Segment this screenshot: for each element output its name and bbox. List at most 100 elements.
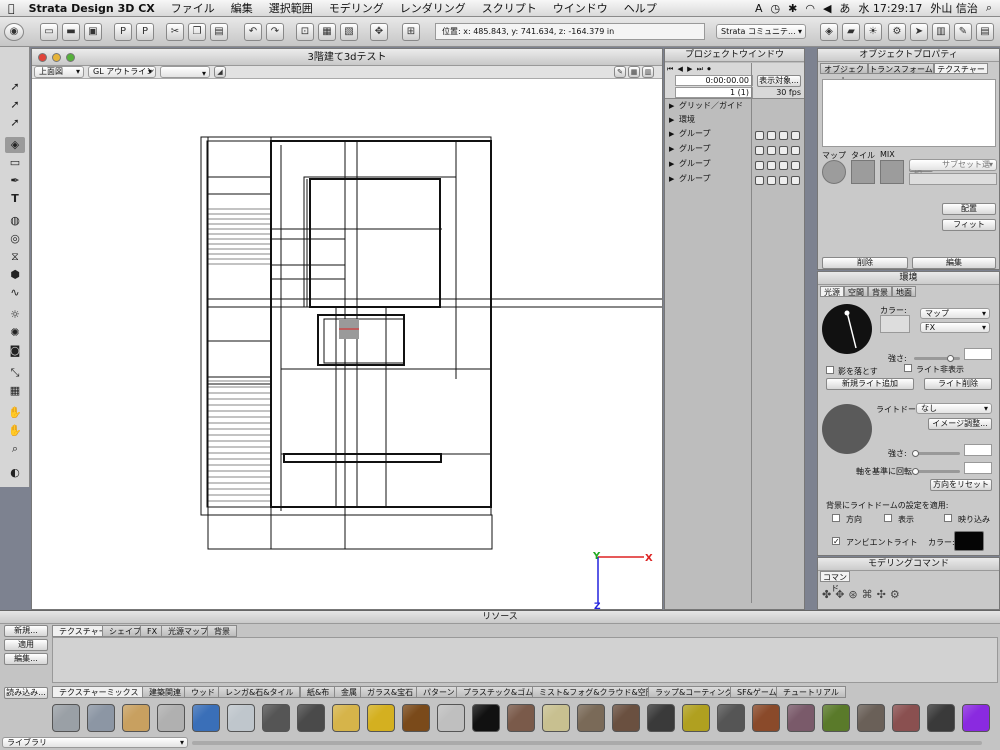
gear-icon[interactable]: ⚙ [888, 23, 906, 41]
disclosure-triangle-icon[interactable]: ▶ [669, 172, 679, 186]
time-machine-icon[interactable]: ◷ [771, 2, 781, 15]
ambient-color-swatch[interactable] [954, 531, 984, 551]
copy-icon[interactable]: ❐ [188, 23, 206, 41]
image-adjust-button[interactable]: イメージ調整... [928, 418, 992, 430]
cast-shadow-checkbox[interactable] [826, 366, 834, 374]
project-row-group[interactable]: ▶ グループ [669, 172, 759, 186]
layers-icon[interactable]: ▥ [932, 23, 950, 41]
export-icon[interactable]: ➤ [910, 23, 928, 41]
tab-library-wood[interactable]: ウッド [184, 686, 222, 698]
place-button[interactable]: 配置 [942, 203, 996, 215]
rotate-view-tool-icon[interactable]: ✋ [5, 423, 25, 439]
zoom-icon[interactable] [66, 53, 75, 62]
texture-swatch[interactable] [892, 704, 920, 732]
disclosure-triangle-icon[interactable]: ▶ [669, 127, 679, 141]
disclosure-triangle-icon[interactable]: ▶ [669, 113, 679, 127]
transport-buttons[interactable]: ⏮ ◀ ▶ ⏭ ⏺ [667, 65, 751, 75]
fx-select[interactable]: FX [920, 322, 990, 333]
menu-rendering[interactable]: レンダリング [392, 0, 474, 16]
texture-swatch[interactable] [367, 704, 395, 732]
texture-swatch[interactable] [542, 704, 570, 732]
subset-select[interactable]: サブセット選択 [909, 159, 997, 179]
tab-library-tutorial[interactable]: チュートリアル [776, 686, 846, 698]
cube-icon[interactable] [767, 161, 776, 170]
map-preview[interactable] [822, 160, 846, 184]
frame-icon[interactable]: ⊡ [296, 23, 314, 41]
texture-swatch[interactable] [577, 704, 605, 732]
texture-swatch[interactable] [647, 704, 675, 732]
tab-transform[interactable]: トランスフォーム [868, 63, 934, 74]
menubar-clock[interactable]: 水 17:29:17 [858, 0, 922, 16]
redo-icon[interactable]: ↷ [266, 23, 284, 41]
eye-icon[interactable] [755, 131, 764, 140]
tab-library-pattern[interactable]: パターン [416, 686, 462, 698]
pencil-icon[interactable]: ✎ [614, 66, 626, 78]
reflection-checkbox[interactable] [944, 514, 952, 522]
texture-swatch[interactable] [157, 704, 185, 732]
timecode-field[interactable]: 0:00:00.00 [675, 75, 753, 86]
texture-swatch[interactable] [927, 704, 955, 732]
mix-preview[interactable] [880, 160, 904, 184]
tab-library-plastic-rubber[interactable]: プラスチック&ゴム [456, 686, 541, 698]
grid-tool-icon[interactable]: ▦ [5, 383, 25, 399]
spotlight-icon[interactable]: ⌕ [986, 1, 992, 15]
hand-tool-icon[interactable]: ✋ [5, 405, 25, 421]
adobe-icon[interactable]: A [755, 2, 763, 15]
cube-icon[interactable] [767, 176, 776, 185]
texture-swatch[interactable] [122, 704, 150, 732]
menu-file[interactable]: ファイル [163, 0, 223, 16]
project-row-environment[interactable]: ▶ 環境 [669, 113, 759, 127]
eye-icon[interactable] [755, 161, 764, 170]
add-light-button[interactable]: 新規ライト追加 [826, 378, 914, 390]
minimize-icon[interactable] [52, 53, 61, 62]
eye-icon[interactable] [755, 176, 764, 185]
dome-strength-field[interactable] [964, 444, 992, 456]
app-menu[interactable]: Strata Design 3D CX [23, 2, 163, 15]
tab-ground[interactable]: 地面 [892, 286, 916, 297]
camera-tool-icon[interactable]: ◙ [5, 343, 25, 359]
project-row-group[interactable]: ▶ グループ [669, 157, 759, 171]
texture-swatch[interactable] [612, 704, 640, 732]
eyedropper-tool-icon[interactable]: ◐ [5, 465, 25, 481]
texture-swatch[interactable] [262, 704, 290, 732]
tab-commands[interactable]: コマンド [820, 571, 850, 593]
group-icon[interactable]: ▦ [318, 23, 336, 41]
menu-edit[interactable]: 編集 [223, 0, 261, 16]
texture-swatch[interactable] [717, 704, 745, 732]
light-direction-handle[interactable] [822, 304, 872, 354]
path-tool-icon[interactable]: ⤡ [5, 365, 25, 381]
view-select[interactable]: 上面図 [34, 66, 84, 78]
photoshop-icon[interactable]: P [114, 23, 132, 41]
tab-backgrounds[interactable]: 背景 [207, 625, 237, 637]
texture-swatch[interactable] [822, 704, 850, 732]
swatch-scrollbar[interactable] [192, 741, 982, 745]
mirror-tool-icon[interactable]: ⧖ [5, 249, 25, 265]
edit-resource-button[interactable]: 編集... [4, 653, 48, 665]
modeling-command-icons[interactable]: ✤✥⊛⌘✣⚙ [822, 588, 998, 604]
sphere-tool-icon[interactable]: ◍ [5, 213, 25, 229]
cube-tool-icon[interactable]: ⬢ [5, 267, 25, 283]
lock-icon[interactable] [779, 131, 788, 140]
tab-library-texture-mix[interactable]: テクスチャーミックス [52, 686, 146, 698]
texture-swatch[interactable] [857, 704, 885, 732]
project-row-group[interactable]: ▶ グループ [669, 142, 759, 156]
reset-direction-button[interactable]: 方向をリセット [930, 479, 992, 491]
light-icon[interactable]: ☀ [864, 23, 882, 41]
community-select[interactable]: Strata コミュニテ... [716, 24, 806, 39]
save-icon[interactable]: ▣ [84, 23, 102, 41]
lightbulb-tool-icon[interactable]: ☼ [5, 307, 25, 323]
new-resource-button[interactable]: 新規... [4, 625, 48, 637]
edit-button[interactable]: 編集 [912, 257, 996, 269]
texture-swatch[interactable] [962, 704, 990, 732]
library-icon[interactable]: ▤ [976, 23, 994, 41]
menu-script[interactable]: スクリプト [474, 0, 545, 16]
render-icon[interactable] [791, 161, 800, 170]
photoshop-export-icon[interactable]: P [136, 23, 154, 41]
tab-background[interactable]: 背景 [868, 286, 892, 297]
render-icon[interactable] [791, 146, 800, 155]
view-zoom-select[interactable] [160, 66, 210, 80]
disclosure-triangle-icon[interactable]: ▶ [669, 157, 679, 171]
light-dome-preview[interactable] [822, 404, 872, 454]
rotate-axis-slider-knob[interactable] [912, 468, 919, 475]
texture-swatch[interactable] [437, 704, 465, 732]
